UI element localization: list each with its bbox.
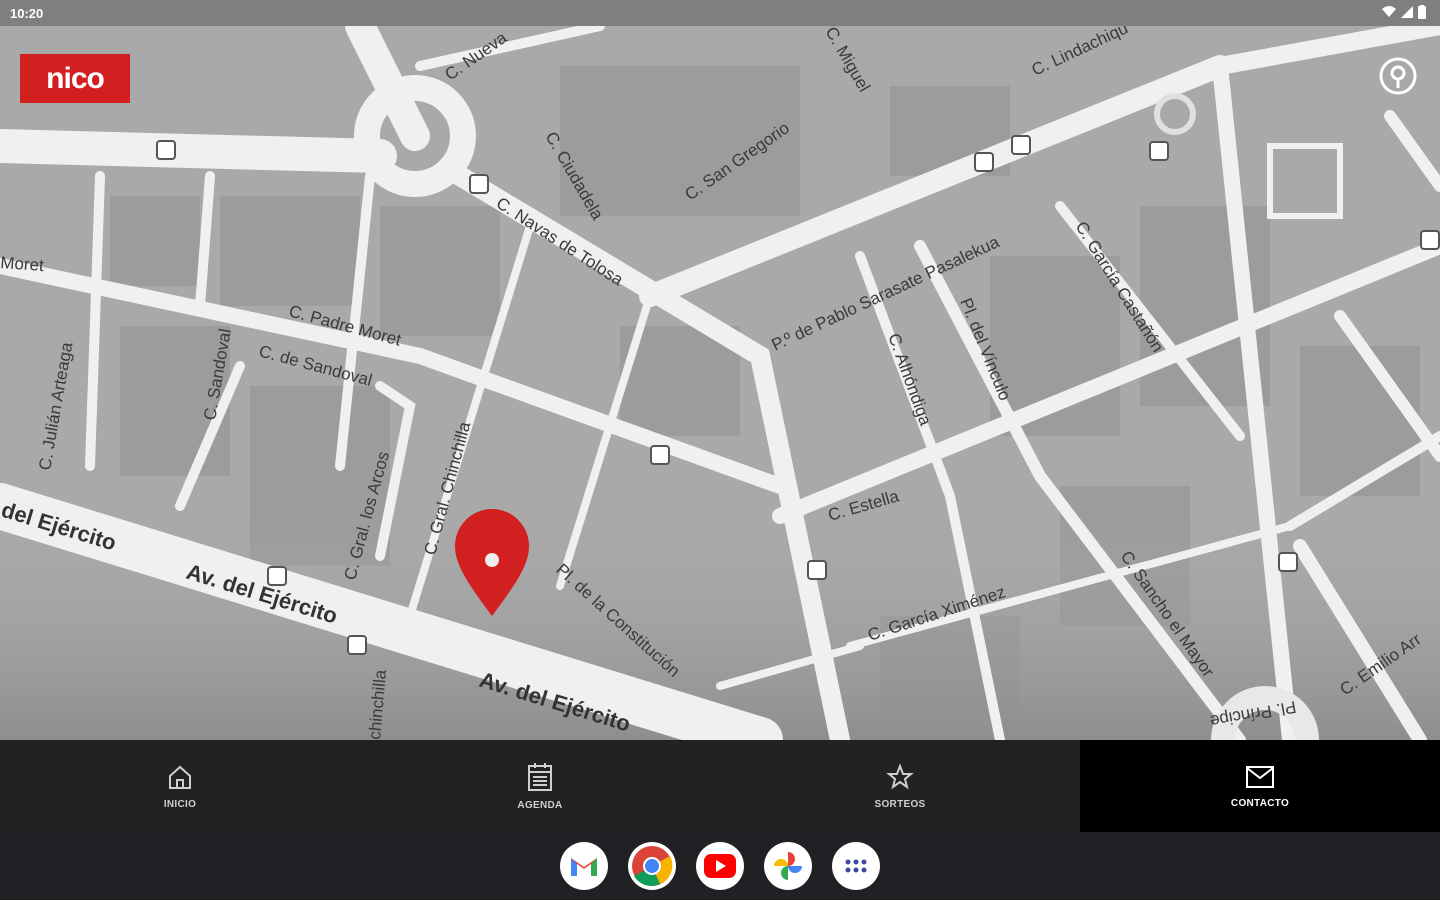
photos-icon[interactable] (764, 842, 812, 890)
nav-label: AGENDA (517, 799, 563, 811)
status-icons (1382, 5, 1426, 19)
bottom-navigation: INICIO AGENDA SORTEOS CONTACTO (0, 740, 1440, 832)
signal-icon (1401, 6, 1413, 18)
chrome-icon[interactable] (628, 842, 676, 890)
calendar-icon (528, 762, 552, 791)
map-canvas[interactable]: C. Nueva C. Miguel C. Lindachiqu C. San … (0, 26, 1440, 740)
star-icon (886, 762, 914, 789)
home-icon (169, 765, 191, 789)
battery-icon (1418, 5, 1426, 19)
app-drawer-icon[interactable] (832, 842, 880, 890)
wifi-icon (1382, 6, 1396, 17)
app-dock (560, 842, 880, 890)
status-bar: 10:20 (0, 0, 1440, 26)
location-target-icon (1379, 57, 1417, 95)
youtube-icon[interactable] (696, 842, 744, 890)
status-time: 10:20 (10, 6, 44, 21)
nav-item-inicio[interactable]: INICIO (0, 740, 360, 832)
gmail-icon[interactable] (560, 842, 608, 890)
nav-item-agenda[interactable]: AGENDA (360, 740, 720, 832)
nav-label: SORTEOS (874, 798, 926, 810)
nav-item-contacto[interactable]: CONTACTO (1080, 740, 1440, 832)
nav-label: INICIO (163, 798, 197, 810)
logo-text: nico (46, 61, 105, 95)
my-location-button[interactable] (1378, 56, 1418, 96)
system-taskbar (0, 832, 1440, 900)
mail-icon (1246, 765, 1274, 788)
street-label: Moret (0, 253, 45, 275)
nav-item-sorteos[interactable]: SORTEOS (720, 740, 1080, 832)
nav-label: CONTACTO (1230, 797, 1290, 809)
app-logo: nico (20, 54, 130, 103)
map-view[interactable]: C. Nueva C. Miguel C. Lindachiqu C. San … (0, 26, 1440, 740)
